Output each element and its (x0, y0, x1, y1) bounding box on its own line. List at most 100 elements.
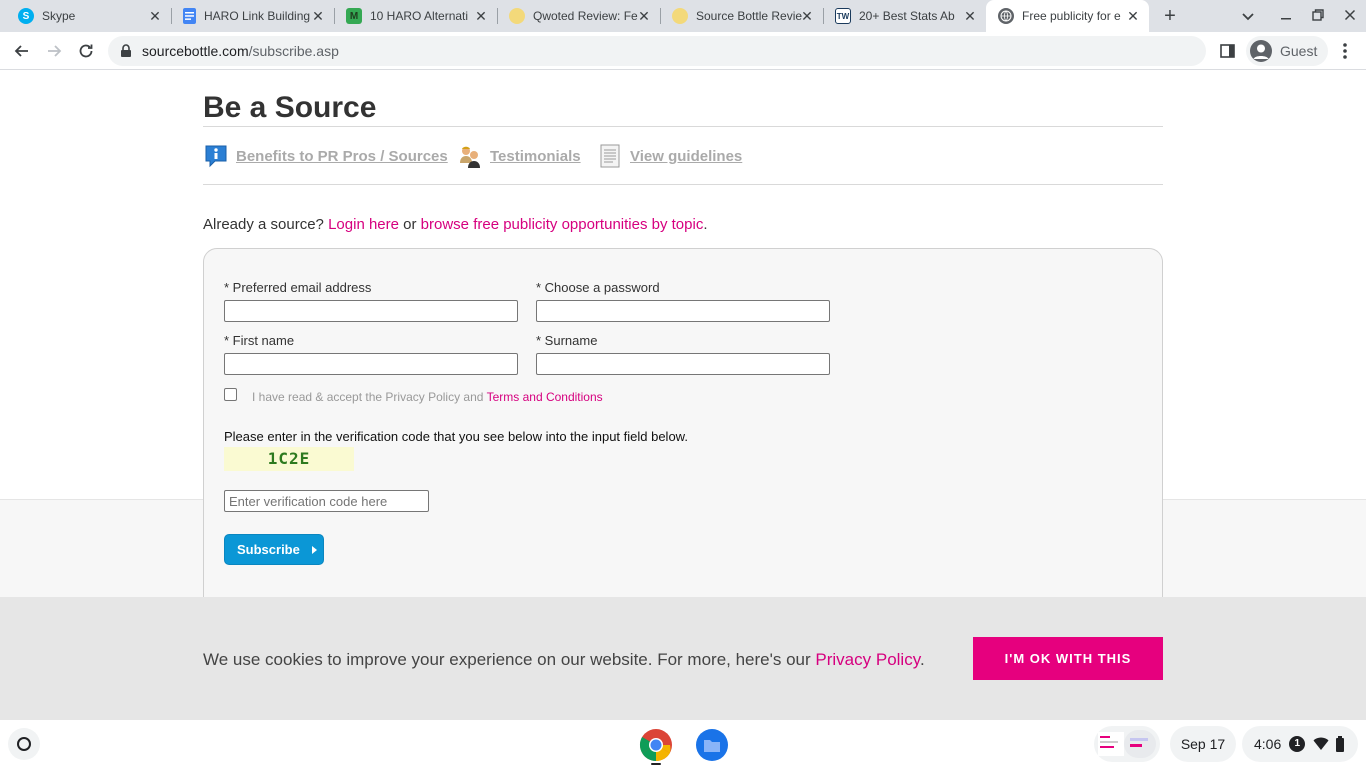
sourcebottle-icon (672, 8, 688, 24)
tab-free-publicity[interactable]: Free publicity for e ✕ (986, 0, 1149, 32)
terms-label: I have read & accept the Privacy Policy … (252, 390, 603, 404)
guest-avatar-icon (1250, 40, 1272, 62)
email-field[interactable] (224, 300, 518, 322)
close-icon[interactable]: ✕ (310, 8, 326, 24)
tab-search-button[interactable] (1240, 8, 1256, 24)
close-icon[interactable]: ✕ (962, 8, 978, 24)
screenshot-thumbnail-icon (1098, 730, 1156, 758)
terms-prefix: I have read & accept the Privacy Policy … (252, 390, 484, 404)
arrow-right-icon (48, 45, 62, 57)
back-button[interactable] (12, 41, 32, 61)
arrow-right-icon (311, 545, 317, 554)
date-display[interactable]: Sep 17 (1170, 726, 1236, 762)
verification-instructions: Please enter in the verification code th… (224, 429, 688, 444)
cookie-message: We use cookies to improve your experienc… (203, 650, 925, 670)
login-link[interactable]: Login here (328, 216, 399, 233)
minimize-icon (1281, 18, 1291, 20)
notification-badge: 1 (1289, 736, 1306, 752)
browse-opportunities-link[interactable]: browse free publicity opportunities by t… (421, 216, 704, 233)
email-label: * Preferred email address (224, 280, 372, 295)
testimonials-link-label[interactable]: Testimonials (490, 148, 581, 165)
restore-button[interactable] (1308, 6, 1328, 26)
testimonials-link[interactable]: Testimonials (457, 143, 581, 169)
google-docs-icon (183, 8, 196, 24)
close-icon[interactable]: ✕ (799, 8, 815, 24)
people-icon (457, 143, 483, 169)
holding-space-thumbnail[interactable] (1094, 726, 1160, 762)
accept-cookies-button[interactable]: I'M OK WITH THIS (973, 637, 1163, 680)
info-icon (203, 143, 229, 169)
profile-label: Guest (1280, 43, 1318, 59)
privacy-policy-link[interactable]: Privacy Policy (815, 650, 920, 669)
benefits-link-label[interactable]: Benefits to PR Pros / Sources (236, 148, 448, 165)
firstname-field[interactable] (224, 353, 518, 375)
document-icon (597, 143, 623, 169)
minimize-button[interactable] (1276, 6, 1296, 26)
forward-button[interactable] (44, 41, 64, 61)
side-panel-button[interactable] (1219, 42, 1237, 60)
tab-title: 20+ Best Stats Ab (859, 9, 955, 23)
chevron-down-icon (1242, 13, 1254, 21)
reload-button[interactable] (76, 41, 96, 61)
captcha-image: 1C2E (224, 447, 354, 471)
password-field[interactable] (536, 300, 830, 322)
tw-icon: TW (835, 8, 851, 24)
guidelines-link[interactable]: View guidelines (597, 143, 742, 169)
tab-source-bottle-review[interactable]: Source Bottle Revie ✕ (660, 0, 824, 32)
new-tab-button[interactable]: + (1158, 5, 1182, 27)
address-bar[interactable]: sourcebottle.com/subscribe.asp (108, 36, 1206, 66)
tab-title: Skype (42, 9, 76, 23)
launcher-icon (17, 737, 31, 751)
close-icon[interactable]: ✕ (636, 8, 652, 24)
status-tray[interactable]: 4:06 1 (1242, 726, 1358, 762)
divider (203, 126, 1163, 127)
browser-toolbar: sourcebottle.com/subscribe.asp Guest (0, 32, 1366, 70)
page-viewport: Be a Source Benefits to PR Pros / Source… (0, 71, 1366, 597)
surname-label: * Surname (536, 333, 598, 348)
launcher-button[interactable] (8, 728, 40, 760)
tab-haro-link-building[interactable]: HARO Link Building ✕ (171, 0, 335, 32)
cookie-period: . (919, 650, 925, 669)
tab-skype[interactable]: S Skype ✕ (0, 0, 172, 32)
chrome-app-icon[interactable] (639, 728, 673, 762)
terms-link[interactable]: Terms and Conditions (487, 390, 603, 404)
already-source-text: Already a source? Login here or browse f… (203, 216, 708, 233)
battery-icon (1336, 736, 1345, 752)
skype-icon: S (18, 8, 34, 24)
tab-qwoted-review[interactable]: Qwoted Review: Fe ✕ (497, 0, 661, 32)
globe-icon (998, 8, 1014, 24)
close-icon[interactable]: ✕ (147, 8, 163, 24)
profile-button[interactable]: Guest (1246, 36, 1328, 66)
verification-code-input[interactable] (224, 490, 429, 512)
info-links: Benefits to PR Pros / Sources Testimonia… (203, 143, 1163, 169)
m-icon: M (346, 8, 362, 24)
tab-title: Qwoted Review: Fe (533, 9, 638, 23)
clock-time: 4:06 (1254, 736, 1282, 752)
wifi-icon (1313, 737, 1329, 750)
subscribe-button[interactable]: Subscribe (224, 534, 324, 565)
lock-icon[interactable] (120, 44, 132, 63)
benefits-link[interactable]: Benefits to PR Pros / Sources (203, 143, 448, 169)
subscribe-form: * Preferred email address * Choose a pas… (203, 248, 1163, 597)
tab-title: Free publicity for e (1022, 9, 1121, 23)
url-path: /subscribe.asp (248, 43, 339, 59)
password-label: * Choose a password (536, 280, 660, 295)
tab-haro-alternatives[interactable]: M 10 HARO Alternati ✕ (334, 0, 498, 32)
close-window-button[interactable] (1340, 6, 1360, 26)
guidelines-link-label[interactable]: View guidelines (630, 148, 742, 165)
restore-icon (1312, 9, 1324, 21)
files-app-icon[interactable] (695, 728, 729, 762)
tab-title: HARO Link Building (204, 9, 311, 23)
arrow-left-icon (14, 45, 28, 57)
close-icon[interactable]: ✕ (1125, 8, 1141, 24)
tab-title: 10 HARO Alternati (370, 9, 469, 23)
surname-field[interactable] (536, 353, 830, 375)
url-host: sourcebottle.com (142, 43, 249, 59)
tab-best-stats[interactable]: TW 20+ Best Stats Ab ✕ (823, 0, 986, 32)
running-indicator (651, 763, 661, 765)
firstname-label: * First name (224, 333, 295, 348)
cookie-text: We use cookies to improve your experienc… (203, 650, 811, 669)
browser-menu-button[interactable] (1338, 41, 1352, 61)
close-icon[interactable]: ✕ (473, 8, 489, 24)
terms-checkbox[interactable] (224, 388, 237, 401)
